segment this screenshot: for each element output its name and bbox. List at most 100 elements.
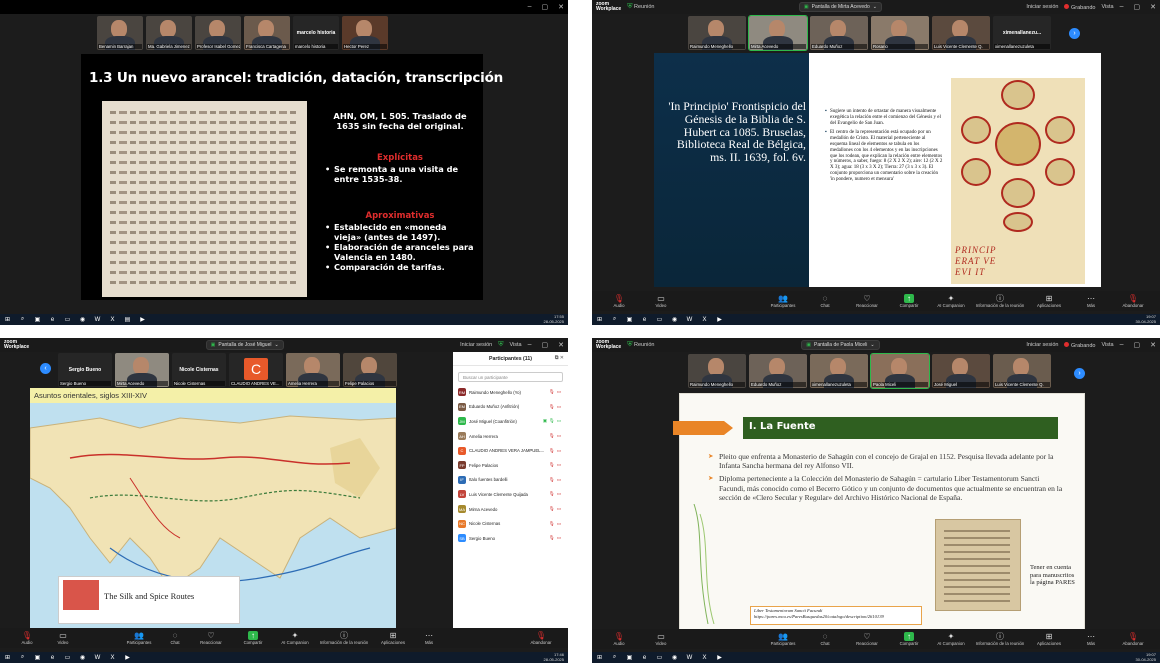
participant-tile[interactable]: ximenallanezu... ximenallanezuzuleta — [993, 16, 1051, 50]
window-controls[interactable]: – ▢ ✕ — [1120, 341, 1156, 349]
participant-tile[interactable]: C CLAUDIO ANDRES VE... — [229, 353, 283, 387]
participant-tile[interactable]: Benamin Barrajan — [97, 16, 143, 50]
video-button[interactable]: ▭ Video — [640, 632, 682, 646]
folder-icon[interactable]: ▭ — [64, 316, 71, 323]
zoom-app-icon[interactable]: ▶ — [139, 316, 146, 323]
participant-tile[interactable]: ximenallanezuzuleta — [810, 354, 868, 388]
list-item[interactable]: NC Nicole Cisternas 🎙▭ — [453, 516, 568, 531]
edge-icon[interactable]: e — [49, 317, 56, 323]
participant-search-input[interactable]: Buscar un participante — [458, 372, 563, 382]
participant-tile[interactable]: Paola Miceli — [870, 353, 930, 389]
word-icon[interactable]: W — [94, 655, 101, 661]
share-button[interactable]: ↑ Compartir — [888, 632, 930, 646]
recording-indicator[interactable]: Grabando — [1064, 341, 1095, 349]
word-icon[interactable]: W — [94, 317, 101, 323]
edge-icon[interactable]: e — [641, 317, 648, 323]
task-view-icon[interactable]: ▣ — [626, 316, 633, 323]
participant-tile[interactable]: Francisca Cartagena — [244, 16, 290, 50]
previous-page-arrow-icon[interactable]: ‹ — [40, 363, 51, 374]
excel-icon[interactable]: X — [109, 317, 116, 323]
list-item[interactable]: FP Felipe Palacios 🎙▭ — [453, 458, 568, 473]
participant-tile[interactable]: José Miguel — [932, 354, 990, 388]
share-indicator[interactable]: ▣ Pantalla de José Miguel ⌄ — [205, 340, 284, 350]
participant-tile[interactable]: Rosario — [871, 16, 929, 50]
window-controls[interactable]: – ▢ ✕ — [1120, 3, 1156, 11]
participant-tile[interactable]: Ma. Gabriela Jimenez — [146, 16, 192, 50]
apps-button[interactable]: ⊞ Aplicaciones — [1028, 632, 1070, 646]
zoom-app-icon[interactable]: ▶ — [716, 316, 723, 323]
search-icon[interactable]: ⌕ — [19, 654, 26, 661]
sign-in-link[interactable]: Iniciar sesión — [1026, 342, 1058, 348]
window-controls[interactable]: – ▢ ✕ — [528, 3, 564, 11]
participant-tile[interactable]: Luis Vicente Clemente Q. — [993, 354, 1051, 388]
chrome-icon[interactable]: ◉ — [671, 316, 678, 323]
task-view-icon[interactable]: ▣ — [34, 654, 41, 661]
chrome-icon[interactable]: ◉ — [671, 654, 678, 661]
apps-button[interactable]: ⊞ Aplicaciones — [372, 631, 414, 645]
list-item[interactable]: AH Amelia Herrera 🎙▭ — [453, 429, 568, 444]
sign-in-link[interactable]: Iniciar sesión — [460, 342, 492, 348]
participants-button[interactable]: 👥 Participantes — [762, 294, 804, 308]
participants-button[interactable]: 👥 Participantes — [118, 631, 160, 645]
video-button[interactable]: ▭ Video — [640, 294, 682, 308]
share-indicator[interactable]: ▣ Pantalla de Mirta Acevedo ⌄ — [798, 2, 882, 12]
list-item[interactable]: LV Luis Vicente Clemente Quijada 🎙▭ — [453, 487, 568, 502]
share-indicator[interactable]: ▣ Pantalla de Paola Miceli ⌄ — [801, 340, 880, 350]
participant-tile[interactable]: Mirta Acevedo — [115, 353, 169, 387]
recording-indicator[interactable]: Grabando — [1064, 3, 1095, 11]
share-button[interactable]: ↑ Compartir — [888, 294, 930, 308]
word-icon[interactable]: W — [686, 655, 693, 661]
list-item[interactable]: MA Mirna Acevedo 🎙▭ — [453, 502, 568, 517]
view-button[interactable]: Vista — [1101, 4, 1113, 10]
windows-start-icon[interactable]: ⊞ — [4, 316, 11, 323]
audio-button[interactable]: 🎙 Audio — [6, 631, 48, 645]
participant-tile[interactable]: Raimundo Meneghello — [688, 16, 746, 50]
list-item[interactable]: SB Sergio Bueno 🎙▭ — [453, 531, 568, 546]
more-button[interactable]: ⋯ Más — [1070, 294, 1112, 308]
excel-icon[interactable]: X — [109, 655, 116, 661]
chrome-icon[interactable]: ◉ — [79, 654, 86, 661]
list-item[interactable]: JM José Miguel (Coanfitrión) ▣🎙▭ — [453, 414, 568, 429]
search-icon[interactable]: ⌕ — [19, 316, 26, 323]
sign-in-link[interactable]: Iniciar sesión — [1026, 4, 1058, 10]
windows-start-icon[interactable]: ⊞ — [4, 654, 11, 661]
task-view-icon[interactable]: ▣ — [34, 316, 41, 323]
task-view-icon[interactable]: ▣ — [626, 654, 633, 661]
next-page-arrow-icon[interactable]: › — [1074, 368, 1085, 379]
search-icon[interactable]: ⌕ — [611, 316, 618, 323]
meeting-name[interactable]: ⛨ Reunión — [627, 341, 654, 349]
zoom-app-icon[interactable]: ▶ — [124, 654, 131, 661]
caption-link[interactable]: https://pares.mcu.es/ParesBusquedas20/ca… — [754, 614, 918, 620]
audio-button[interactable]: 🎙 Audio — [598, 632, 640, 646]
participants-button[interactable]: 👥 Participantes — [762, 632, 804, 646]
list-item[interactable]: EM Eduardo Muñoz (Anfitrión) 🎙▭ — [453, 400, 568, 415]
calculator-icon[interactable]: ▤ — [124, 316, 131, 323]
list-item[interactable]: RM Raimundo Meneghello (Yo) 🎙▭ — [453, 385, 568, 400]
audio-button[interactable]: 🎙 Audio — [598, 294, 640, 308]
folder-icon[interactable]: ▭ — [656, 316, 663, 323]
participant-tile[interactable]: Raimundo Meneghello — [688, 354, 746, 388]
search-icon[interactable]: ⌕ — [611, 654, 618, 661]
view-button[interactable]: Vista — [509, 342, 521, 348]
more-button[interactable]: ⋯ Más — [414, 631, 444, 645]
folder-icon[interactable]: ▭ — [656, 654, 663, 661]
participant-tile[interactable]: Luis Vicente Clemente Q. — [932, 16, 990, 50]
share-button[interactable]: ↑ Compartir — [232, 631, 274, 645]
windows-start-icon[interactable]: ⊞ — [596, 654, 603, 661]
folder-icon[interactable]: ▭ — [64, 654, 71, 661]
participant-tile[interactable]: Eduardo Muñoz — [810, 16, 868, 50]
view-button[interactable]: Vista — [1101, 342, 1113, 348]
next-page-arrow-icon[interactable]: › — [1069, 28, 1080, 39]
chat-button[interactable]: ◌ Chat — [160, 631, 190, 645]
word-icon[interactable]: W — [686, 317, 693, 323]
windows-start-icon[interactable]: ⊞ — [596, 316, 603, 323]
video-button[interactable]: ▭ Video — [48, 631, 78, 645]
meeting-info-button[interactable]: ⓘ Información de la reunión — [316, 631, 372, 645]
participant-tile[interactable]: Eduardo Muñoz — [749, 354, 807, 388]
meeting-info-button[interactable]: ⓘ Información de la reunión — [972, 294, 1028, 308]
participant-tile[interactable]: Nicole Cisternas Nicole Cisternas — [172, 353, 226, 387]
react-button[interactable]: ♡ Reaccionar — [846, 632, 888, 646]
leave-button[interactable]: 🎙 Abandonar — [1112, 294, 1154, 308]
participant-tile[interactable]: Felipe Palacios — [343, 353, 397, 387]
participant-tile[interactable]: Profesor Isabel Gomez — [195, 16, 241, 50]
